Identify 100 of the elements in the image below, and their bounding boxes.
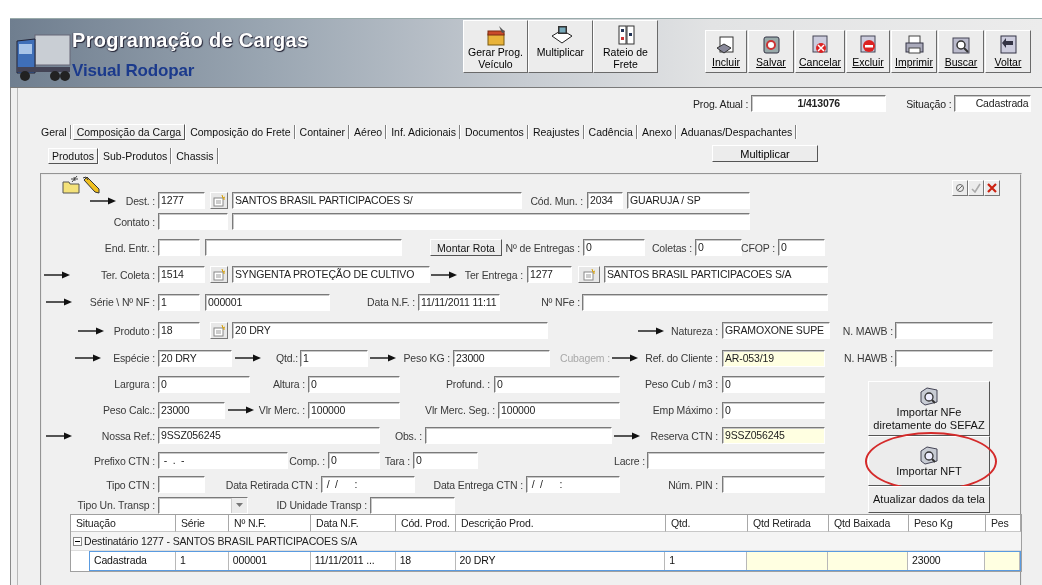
input-field[interactable]: / / : [526,476,620,493]
toolbar-button[interactable]: Excluir [846,30,890,73]
lookup-button[interactable] [210,322,228,339]
tab[interactable]: Container [296,124,350,139]
input-field[interactable] [582,293,828,311]
route-button[interactable]: Montar Rota [430,239,502,256]
group-row[interactable]: Destinatário 1277 - SANTOS BRASIL PARTICIPACOES S/A [71,532,1021,551]
input-field[interactable]: 0 [413,452,478,469]
input-field[interactable] [158,476,205,493]
toolbar-button[interactable]: Imprimir [891,30,937,73]
input-field[interactable]: AR-053/19 [722,349,825,367]
input-field[interactable]: 20 DRY [158,349,232,367]
toolbar-button[interactable]: Voltar [985,30,1031,73]
tab[interactable]: Documentos [461,124,528,139]
column-header[interactable]: Qtd. [666,515,748,532]
input-field[interactable]: 2034 [587,192,623,209]
input-field[interactable] [895,349,993,367]
column-header[interactable]: Série [176,515,229,532]
column-header[interactable]: Nº N.F. [229,515,311,532]
input-field[interactable] [425,427,612,444]
table-row[interactable]: Cadastrada 1 000001 11/11/2011 ... 18 20 DRY 1 23000 [89,551,1021,571]
tab[interactable]: Composição da Carga [72,123,186,140]
sub-tab[interactable]: Produtos [48,148,99,164]
sub-tab[interactable]: Sub-Produtos [100,148,172,164]
column-header[interactable]: Descrição Prod. [456,515,666,532]
multiply-button[interactable]: Multiplicar [712,145,818,162]
toolbar-button[interactable]: Cancelar [795,30,845,73]
input-field[interactable]: SANTOS BRASIL PARTICIPACOES S/A [604,266,828,283]
input-field[interactable] [158,239,200,256]
sub-tab[interactable]: Chassis [173,148,218,164]
column-header[interactable]: Pes [986,515,1021,532]
toolbar-button[interactable]: Multiplicar [528,20,593,73]
input-field[interactable]: / / : [321,476,415,493]
column-header[interactable]: Data N.F. [311,515,396,532]
column-header[interactable]: Qtd Baixada [829,515,909,532]
input-field[interactable]: 1277 [158,192,205,209]
input-field[interactable] [895,322,993,339]
input-field[interactable]: 1 [158,293,200,311]
input-field[interactable]: 0 [308,375,400,393]
input-field[interactable] [232,213,750,230]
tab[interactable]: Aduanas/Despachantes [677,124,797,139]
input-field[interactable]: 0 [722,375,825,393]
input-field[interactable]: 000001 [205,293,330,311]
input-field[interactable] [158,213,228,230]
input-field[interactable]: GRAMOXONE SUPE [722,322,830,339]
input-field[interactable]: 9SSZ056245 [158,427,380,444]
import-button[interactable]: Importar NFe diretamente do SEFAZ [868,381,990,436]
input-field[interactable]: 9SSZ056245 [722,427,825,444]
tab[interactable]: Inf. Adicionais [388,124,460,139]
input-field[interactable]: 11/11/2011 11:11 [418,293,500,311]
input-field[interactable]: GUARUJA / SP [627,192,750,209]
input-field[interactable]: 100000 [498,401,620,419]
column-header[interactable]: Cód. Prod. [396,515,456,532]
program-number-field[interactable]: 1/413076 [751,95,887,112]
dropdown-field[interactable] [158,496,248,514]
tab[interactable]: Anexo [638,124,676,139]
input-field[interactable]: 0 [494,375,620,393]
tab[interactable]: Geral [38,124,71,139]
toolbar-button[interactable]: Rateio de Frete [593,20,658,73]
import-button[interactable]: Atualizar dados da tela [868,486,990,513]
tab[interactable]: Cadência [585,124,637,139]
input-field[interactable]: 18 [158,322,200,339]
tab[interactable]: Reajustes [529,124,584,139]
input-field[interactable]: 0 [158,375,250,393]
close-button[interactable] [984,180,1000,196]
toolbar-button[interactable]: Salvar [748,30,794,73]
clear-button[interactable] [952,180,968,196]
toolbar-button[interactable]: Gerar Prog. Veículo [463,20,528,73]
input-field[interactable]: 0 [695,239,742,256]
toolbar-button[interactable]: Incluir [705,30,747,73]
input-field[interactable]: 0 [722,401,825,419]
column-header[interactable]: Peso Kg [909,515,986,532]
pencil-icon[interactable] [82,176,100,194]
column-header[interactable]: Situação [71,515,176,532]
input-field[interactable]: 1277 [527,266,572,283]
input-field[interactable]: 23000 [158,401,225,419]
input-field[interactable]: - . - [158,452,288,469]
input-field[interactable]: 0 [778,239,825,256]
input-field[interactable]: 20 DRY [232,322,548,339]
column-header[interactable]: Qtd Retirada [748,515,829,532]
input-field[interactable]: 23000 [453,349,550,367]
input-field[interactable]: 1 [300,349,368,367]
lookup-button[interactable] [210,192,228,209]
input-field[interactable]: SANTOS BRASIL PARTICIPACOES S/ [232,192,522,209]
tab[interactable]: Composição do Frete [187,124,295,139]
lookup-button[interactable] [578,266,600,283]
lookup-button[interactable] [210,266,228,283]
input-field[interactable] [370,496,455,514]
folder-icon[interactable] [62,176,80,194]
input-field[interactable]: 100000 [308,401,400,419]
tab[interactable]: Aéreo [351,124,387,139]
toolbar-button[interactable]: Buscar [938,30,984,73]
status-field[interactable]: Cadastrada [954,95,1032,112]
input-field[interactable]: 1514 [158,266,205,283]
input-field[interactable]: 0 [583,239,645,256]
input-field[interactable] [722,476,825,493]
input-field[interactable]: SYNGENTA PROTEÇÃO DE CULTIVO [232,266,430,283]
input-field[interactable]: 0 [328,452,380,469]
input-field[interactable] [205,239,402,256]
input-field[interactable] [647,452,825,469]
